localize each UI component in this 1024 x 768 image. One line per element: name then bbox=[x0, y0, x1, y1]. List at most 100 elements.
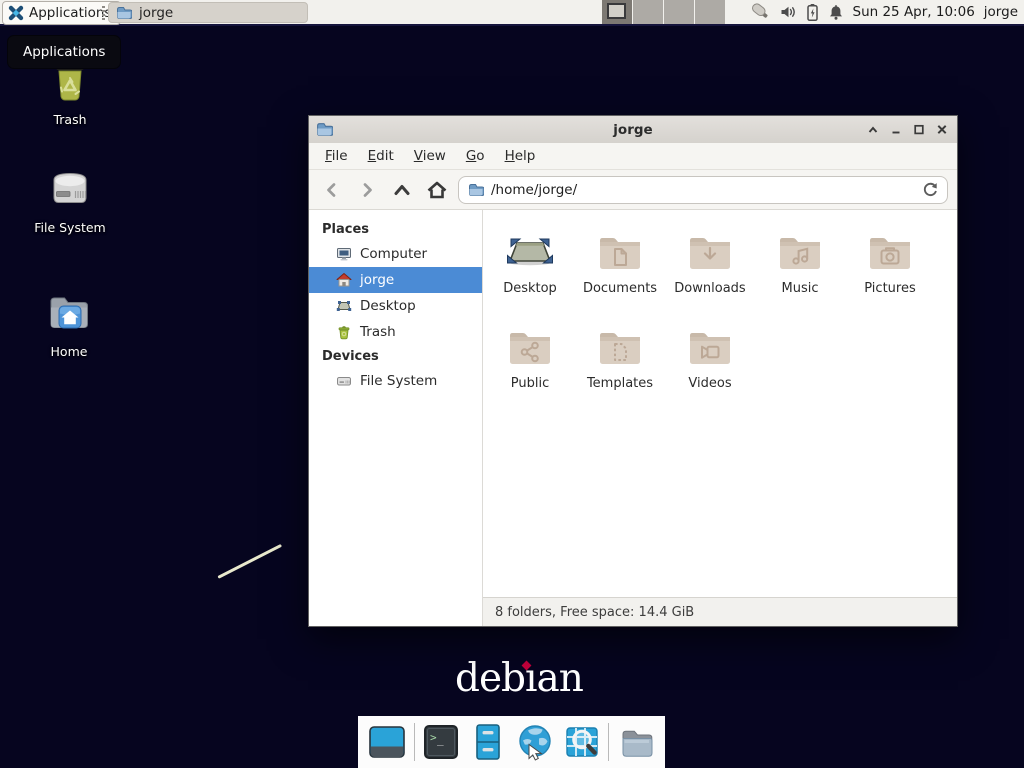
window-title: jorge bbox=[309, 122, 957, 138]
folder-item-desktop[interactable]: Desktop bbox=[485, 210, 575, 305]
debian-logo-text: deb bbox=[455, 656, 525, 701]
svg-text:_: _ bbox=[437, 733, 444, 746]
show-desktop-icon bbox=[367, 722, 407, 762]
location-bar[interactable]: /home/jorge/ bbox=[458, 176, 948, 204]
sidebar-item-trash[interactable]: Trash bbox=[309, 319, 482, 345]
terminal-icon: > _ bbox=[421, 722, 461, 762]
maximize-button[interactable] bbox=[907, 117, 930, 142]
folder-item-downloads[interactable]: Downloads bbox=[665, 210, 755, 305]
dock-separator bbox=[414, 723, 415, 761]
menu-item-help[interactable]: Help bbox=[495, 145, 546, 167]
reload-button[interactable] bbox=[921, 181, 938, 198]
sidebar-item-label: File System bbox=[360, 373, 437, 389]
public-folder-icon bbox=[506, 327, 554, 367]
sidebar-item-file-system[interactable]: File System bbox=[309, 368, 482, 394]
mouse-indicator-icon[interactable] bbox=[750, 2, 771, 22]
main-pane: Desktop bbox=[483, 210, 957, 626]
folder-label: Pictures bbox=[845, 282, 935, 296]
volume-icon[interactable] bbox=[780, 4, 797, 20]
system-tray: Sun 25 Apr, 10:06 jorge bbox=[750, 0, 1019, 24]
home-icon bbox=[336, 272, 352, 288]
menu-item-view[interactable]: View bbox=[404, 145, 456, 167]
dock: > _ bbox=[358, 716, 665, 768]
folder-item-templates[interactable]: Templates bbox=[575, 305, 665, 400]
sidebar: Places Computer bbox=[309, 210, 483, 626]
shade-window-button[interactable] bbox=[861, 117, 884, 142]
folder-label: Templates bbox=[575, 377, 665, 391]
workspace-3[interactable] bbox=[664, 0, 695, 24]
dock-separator bbox=[608, 723, 609, 761]
taskbar-window-button[interactable]: jorge bbox=[108, 2, 308, 23]
panel-grip-handle[interactable] bbox=[102, 6, 105, 20]
workspace-switcher bbox=[602, 0, 726, 24]
folder-item-videos[interactable]: Videos bbox=[665, 305, 755, 400]
tooltip-text: Applications bbox=[23, 44, 105, 60]
toolbar: /home/jorge/ bbox=[309, 170, 957, 210]
pictures-folder-icon bbox=[866, 232, 914, 272]
menu-item-go[interactable]: Go bbox=[456, 145, 495, 167]
desktop-icon-label: File System bbox=[24, 220, 116, 235]
sidebar-item-computer[interactable]: Computer bbox=[309, 241, 482, 267]
desktop-icon-file-system[interactable]: File System bbox=[24, 164, 116, 235]
battery-charging-icon[interactable] bbox=[806, 3, 819, 22]
folder-item-pictures[interactable]: Pictures bbox=[845, 210, 935, 305]
svg-text:>: > bbox=[430, 731, 437, 744]
location-path[interactable]: /home/jorge/ bbox=[491, 182, 577, 198]
window-titlebar[interactable]: jorge bbox=[309, 116, 957, 143]
xfce-logo-icon bbox=[8, 5, 24, 21]
application-finder-launcher[interactable] bbox=[562, 722, 602, 762]
folder-label: Public bbox=[485, 377, 575, 391]
folder-label: Desktop bbox=[485, 282, 575, 296]
file-manager-window: jorge File Edit View Go Help bbox=[308, 115, 958, 627]
menubar: File Edit View Go Help bbox=[309, 143, 957, 170]
wallpaper-line-decoration bbox=[217, 544, 281, 579]
applications-menu-label: Applications bbox=[29, 5, 111, 21]
templates-folder-icon bbox=[596, 327, 644, 367]
folder-item-public[interactable]: Public bbox=[485, 305, 575, 400]
documents-folder-icon bbox=[596, 232, 644, 272]
back-button[interactable] bbox=[318, 176, 346, 204]
clock[interactable]: Sun 25 Apr, 10:06 bbox=[853, 4, 975, 20]
sidebar-item-desktop[interactable]: Desktop bbox=[309, 293, 482, 319]
home-button[interactable] bbox=[423, 176, 451, 204]
file-cabinet-launcher[interactable] bbox=[468, 722, 508, 762]
workspace-1[interactable] bbox=[602, 0, 633, 24]
home-folder-icon bbox=[45, 288, 93, 336]
forward-button[interactable] bbox=[353, 176, 381, 204]
close-button[interactable] bbox=[930, 117, 953, 142]
terminal-launcher[interactable]: > _ bbox=[421, 722, 461, 762]
folder-label: Downloads bbox=[665, 282, 755, 296]
folder-item-documents[interactable]: Documents bbox=[575, 210, 665, 305]
username-label[interactable]: jorge bbox=[984, 4, 1018, 20]
sidebar-header-places: Places bbox=[309, 218, 482, 241]
desktop-screen: Applications jorge bbox=[0, 0, 1024, 768]
taskbar-window-label: jorge bbox=[139, 5, 173, 21]
applications-tooltip: Applications bbox=[7, 35, 121, 69]
desktop-icon-label: Trash bbox=[24, 112, 116, 127]
sidebar-item-label: Desktop bbox=[360, 298, 416, 314]
file-manager-folder-icon bbox=[616, 722, 656, 762]
up-button[interactable] bbox=[388, 176, 416, 204]
hard-drive-icon bbox=[46, 164, 94, 212]
videos-folder-icon bbox=[686, 327, 734, 367]
notifications-bell-icon[interactable] bbox=[828, 4, 844, 21]
workspace-2[interactable] bbox=[633, 0, 664, 24]
menu-item-file[interactable]: File bbox=[315, 145, 358, 167]
folder-item-music[interactable]: Music bbox=[755, 210, 845, 305]
web-browser-launcher[interactable] bbox=[515, 722, 555, 762]
show-desktop-button[interactable] bbox=[367, 722, 407, 762]
workspace-4[interactable] bbox=[695, 0, 726, 24]
menu-item-edit[interactable]: Edit bbox=[358, 145, 404, 167]
desktop-icon-home[interactable]: Home bbox=[23, 288, 115, 359]
minimize-button[interactable] bbox=[884, 117, 907, 142]
sidebar-item-jorge[interactable]: jorge bbox=[309, 267, 482, 293]
debian-logo-text: an bbox=[537, 656, 583, 701]
file-manager-launcher[interactable] bbox=[616, 722, 656, 762]
statusbar: 8 folders, Free space: 14.4 GiB bbox=[483, 597, 957, 626]
top-panel: Applications jorge bbox=[0, 0, 1024, 26]
drive-icon bbox=[336, 373, 352, 389]
folder-icon bbox=[116, 5, 132, 21]
web-browser-globe-icon bbox=[515, 722, 555, 762]
icon-view[interactable]: Desktop bbox=[483, 210, 957, 597]
workspace-window-preview bbox=[607, 3, 626, 19]
